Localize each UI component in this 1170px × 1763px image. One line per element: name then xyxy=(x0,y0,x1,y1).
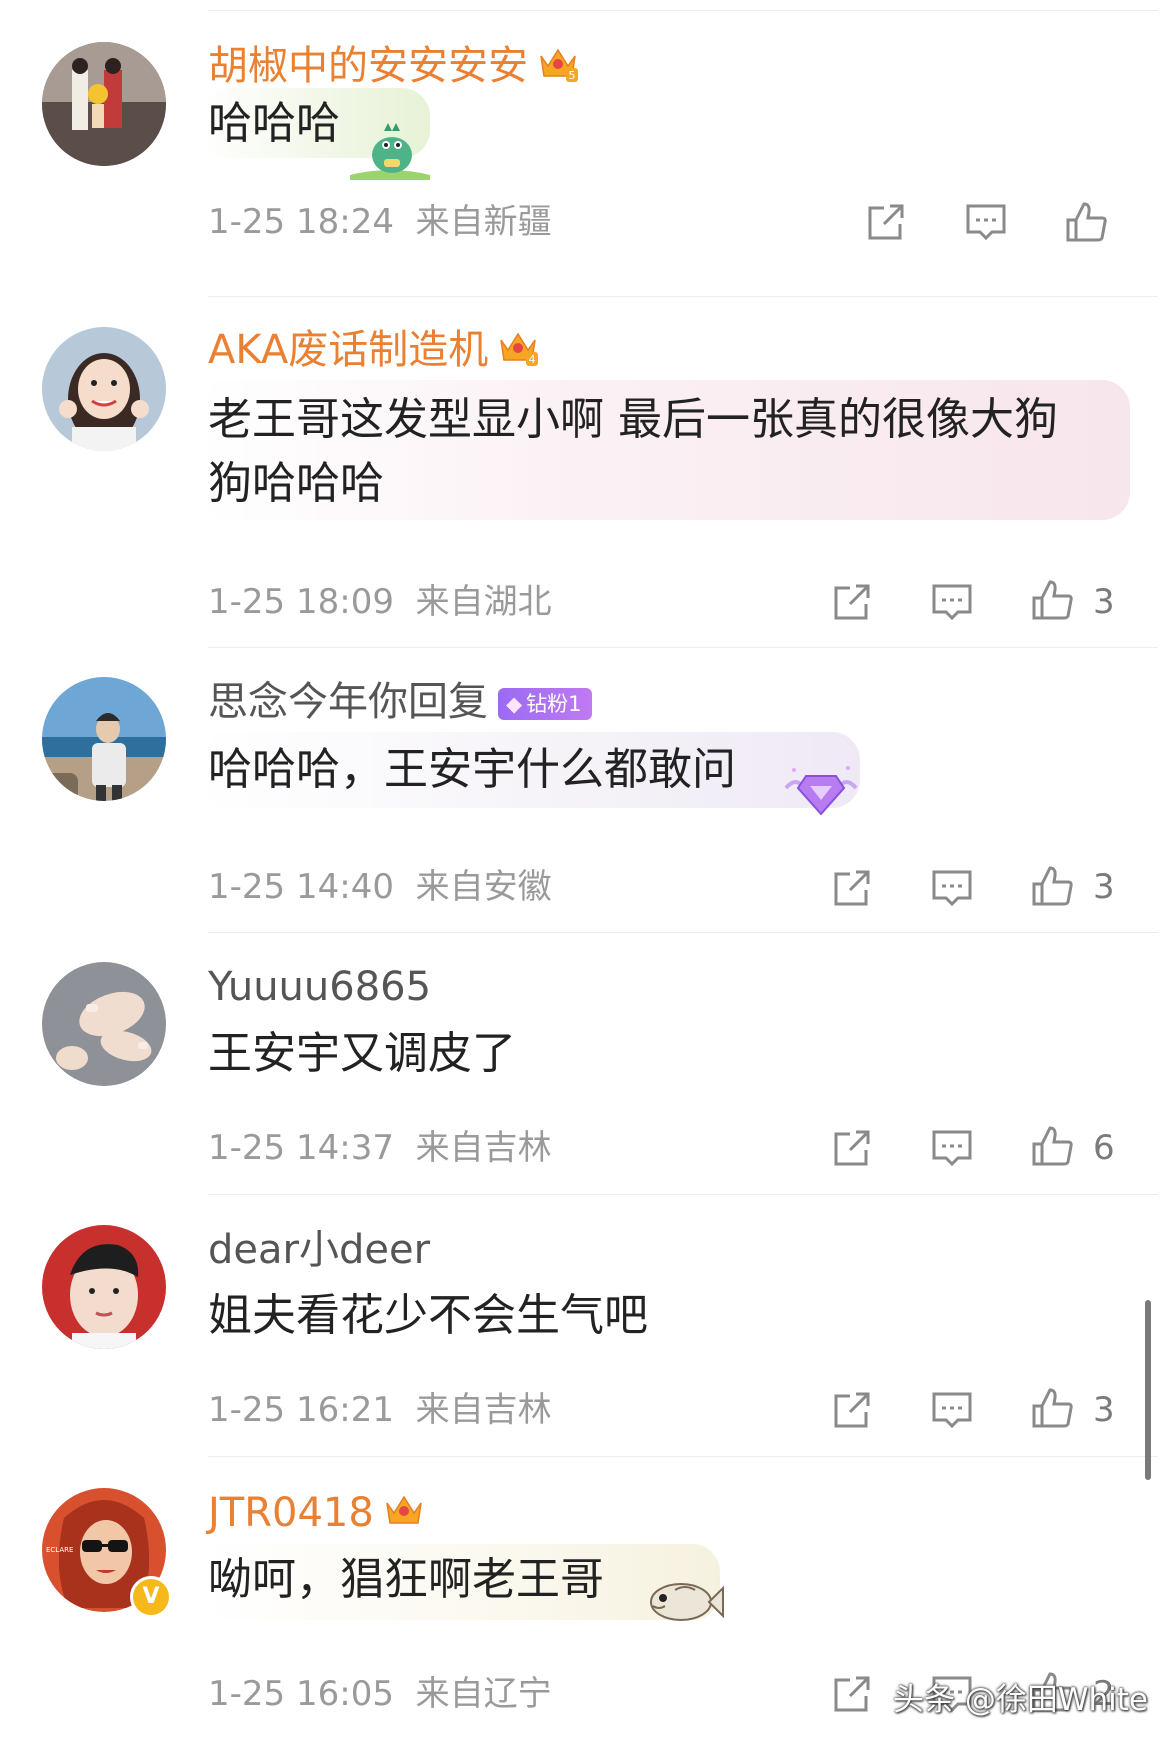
avatar[interactable] xyxy=(42,1225,166,1349)
comment-text: 呦呵，猖狂啊老王哥 xyxy=(208,1554,604,1605)
verified-badge: V xyxy=(130,1576,172,1618)
share-icon[interactable] xyxy=(830,580,874,624)
comment-text: 王安宇又调皮了 xyxy=(208,1028,516,1079)
username-text[interactable]: 胡椒中的安安安安 xyxy=(208,43,528,89)
divider xyxy=(208,647,1158,648)
top-divider xyxy=(208,10,1158,11)
divider xyxy=(208,296,1158,297)
comment-icon[interactable] xyxy=(930,1126,974,1170)
fish-sticker-icon xyxy=(645,1572,725,1634)
comment-icon[interactable] xyxy=(930,1388,974,1432)
scrollbar[interactable] xyxy=(1145,1300,1151,1480)
username-text[interactable]: 思念今年你回复 xyxy=(208,679,488,725)
username[interactable]: dear小deer xyxy=(208,1226,430,1274)
username-text[interactable]: AKA废话制造机 xyxy=(208,327,488,373)
share-icon[interactable] xyxy=(830,1672,874,1716)
comment-location: 来自湖北 xyxy=(415,582,552,622)
username-text[interactable]: JTR0418 xyxy=(208,1490,374,1536)
like-icon[interactable] xyxy=(1064,200,1108,244)
like-count: 3 xyxy=(1093,867,1115,907)
fan-badge: ◆ 钻粉1 xyxy=(498,688,592,720)
like-count: 3 xyxy=(1093,1390,1115,1430)
avatar[interactable] xyxy=(42,677,166,801)
dinosaur-sticker-icon xyxy=(350,115,430,184)
comment-location: 来自吉林 xyxy=(415,1128,552,1168)
crown-icon xyxy=(384,1491,424,1540)
comment-text: 姐夫看花少不会生气吧 xyxy=(208,1290,648,1341)
like-icon[interactable] xyxy=(1030,1386,1074,1430)
divider xyxy=(208,932,1158,933)
like-icon[interactable] xyxy=(1030,1124,1074,1168)
crown-icon: 4 xyxy=(498,328,539,377)
comment-icon[interactable] xyxy=(964,200,1008,244)
like-count: 6 xyxy=(1093,1128,1115,1168)
crown-icon: 5 xyxy=(538,44,578,93)
avatar[interactable] xyxy=(42,42,166,166)
comment-meta: 1-25 14:37 来自吉林 xyxy=(208,1128,552,1168)
username[interactable]: 思念今年你回复 ◆ 钻粉1 xyxy=(208,678,592,726)
comment-time: 1-25 18:09 xyxy=(208,582,394,622)
comment-icon[interactable] xyxy=(930,866,974,910)
comment-time: 1-25 14:37 xyxy=(208,1128,394,1168)
comment-text-line2: 狗哈哈哈 xyxy=(208,458,384,509)
avatar[interactable] xyxy=(42,327,166,451)
username-text[interactable]: dear小deer xyxy=(208,1227,430,1273)
username[interactable]: AKA废话制造机 4 xyxy=(208,326,539,377)
comment-meta: 1-25 14:40 来自安徽 xyxy=(208,867,552,907)
comment-text: 哈哈哈 xyxy=(208,98,340,149)
comment-time: 1-25 16:21 xyxy=(208,1390,394,1430)
avatar[interactable] xyxy=(42,962,166,1086)
comment-time: 1-25 16:05 xyxy=(208,1674,394,1714)
username[interactable]: Yuuuu6865 xyxy=(208,963,431,1011)
like-icon[interactable] xyxy=(1030,864,1074,908)
divider xyxy=(208,1194,1158,1195)
like-count: 3 xyxy=(1093,582,1115,622)
watermark: 头条 @徐田White xyxy=(893,1682,1148,1718)
username[interactable]: 胡椒中的安安安安 5 xyxy=(208,42,578,93)
username[interactable]: JTR0418 xyxy=(208,1489,424,1540)
svg-text:5: 5 xyxy=(569,69,576,82)
comment-location: 来自新疆 xyxy=(415,202,552,242)
comment-time: 1-25 18:24 xyxy=(208,202,394,242)
svg-text:ECLARE: ECLARE xyxy=(46,1546,73,1554)
diamond-icon: ◆ xyxy=(506,692,523,716)
like-icon[interactable] xyxy=(1030,578,1074,622)
share-icon[interactable] xyxy=(830,1388,874,1432)
share-icon[interactable] xyxy=(864,200,908,244)
comment-text-line1: 老王哥这发型显小啊 最后一张真的很像大狗 xyxy=(208,394,1058,445)
comment-location: 来自辽宁 xyxy=(415,1674,552,1714)
share-icon[interactable] xyxy=(830,866,874,910)
comment-meta: 1-25 18:09 来自湖北 xyxy=(208,582,552,622)
divider xyxy=(208,1456,1158,1457)
comment-meta: 1-25 16:05 来自辽宁 xyxy=(208,1674,552,1714)
comment-location: 来自安徽 xyxy=(415,867,552,907)
comment-time: 1-25 14:40 xyxy=(208,867,394,907)
svg-text:4: 4 xyxy=(529,353,536,366)
comment-meta: 1-25 16:21 来自吉林 xyxy=(208,1390,552,1430)
diamond-sticker-icon xyxy=(782,762,860,824)
comment-icon[interactable] xyxy=(930,580,974,624)
username-text[interactable]: Yuuuu6865 xyxy=(208,964,431,1010)
comment-location: 来自吉林 xyxy=(415,1390,552,1430)
comment-meta: 1-25 18:24 来自新疆 xyxy=(208,202,552,242)
fan-badge-text: 钻粉1 xyxy=(526,692,582,716)
comment-text: 哈哈哈，王安宇什么都敢问 xyxy=(208,744,736,795)
share-icon[interactable] xyxy=(830,1126,874,1170)
